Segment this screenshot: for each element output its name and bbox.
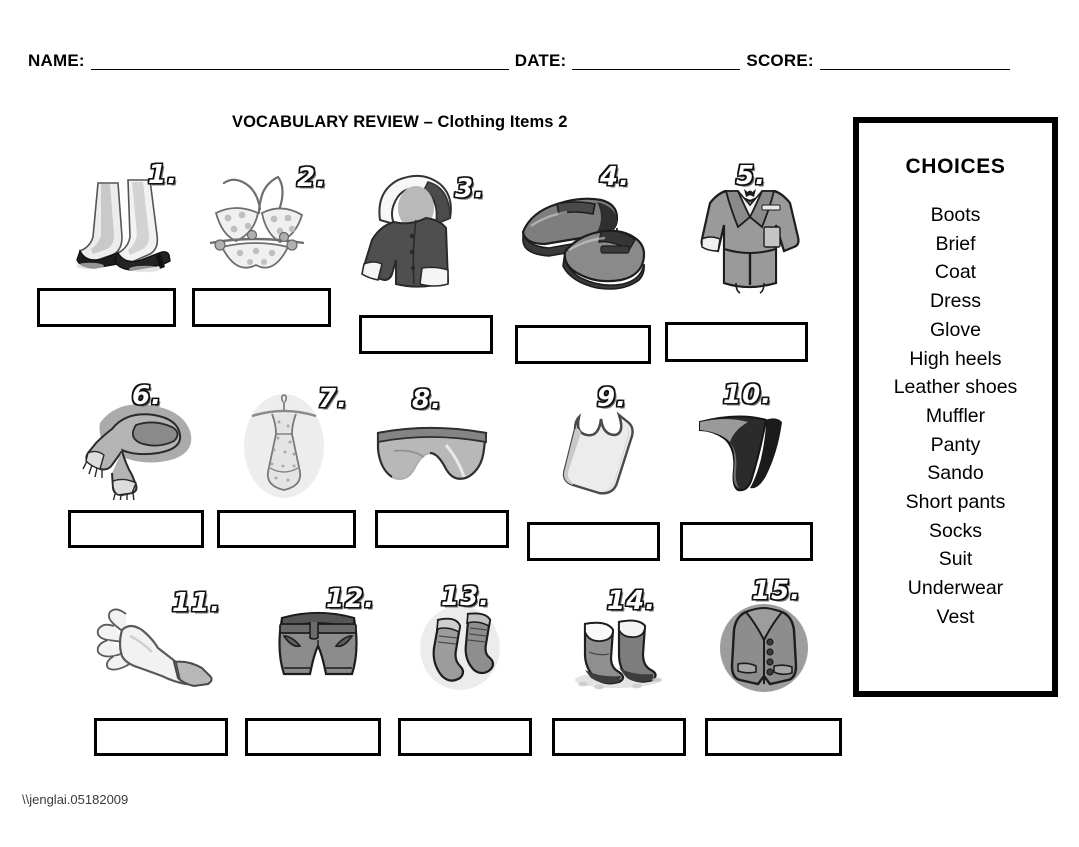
answer-box-6[interactable] bbox=[68, 510, 204, 548]
item-number-8: 8. bbox=[411, 384, 442, 416]
choice-item[interactable]: Short pants bbox=[859, 488, 1052, 517]
choice-item[interactable]: Socks bbox=[859, 517, 1052, 546]
worksheet-item-13: 13. bbox=[410, 581, 510, 692]
worksheet-item-6: 6. bbox=[82, 380, 212, 500]
name-label: NAME: bbox=[28, 51, 85, 70]
item-number-2: 2. bbox=[296, 162, 327, 194]
answer-box-11[interactable] bbox=[94, 718, 228, 756]
page-title: VOCABULARY REVIEW – Clothing Items 2 bbox=[232, 113, 568, 131]
answer-box-9[interactable] bbox=[527, 522, 660, 561]
worksheet-item-7: 7. bbox=[228, 383, 348, 500]
answer-box-13[interactable] bbox=[398, 718, 532, 756]
worksheet-page: NAME: DATE: SCORE: VOCABULARY REVIEW – C… bbox=[0, 0, 1079, 847]
boots-icon bbox=[575, 619, 662, 690]
item-number-9: 9. bbox=[596, 382, 627, 414]
panty-icon bbox=[699, 415, 782, 492]
choices-heading: CHOICES bbox=[905, 155, 1006, 178]
item-number-4: 4. bbox=[599, 161, 630, 193]
answer-box-4[interactable] bbox=[515, 325, 651, 364]
worksheet-item-4: 4. bbox=[505, 161, 655, 295]
choice-item[interactable]: Suit bbox=[859, 545, 1052, 574]
choices-list: Boots Brief Coat Dress Glove High heels … bbox=[859, 201, 1052, 632]
worksheet-item-2: 2. bbox=[192, 162, 332, 278]
answer-box-12[interactable] bbox=[245, 718, 381, 756]
choice-item[interactable]: High heels bbox=[859, 345, 1052, 374]
sando-icon bbox=[562, 411, 634, 495]
choice-item[interactable]: Brief bbox=[859, 230, 1052, 259]
choice-item[interactable]: Dress bbox=[859, 287, 1052, 316]
choice-item[interactable]: Glove bbox=[859, 316, 1052, 345]
name-field[interactable] bbox=[90, 54, 509, 70]
answer-box-8[interactable] bbox=[375, 510, 509, 548]
answer-box-5[interactable] bbox=[665, 322, 808, 362]
answer-box-7[interactable] bbox=[217, 510, 356, 548]
score-label: SCORE: bbox=[746, 51, 814, 70]
item-number-11: 11. bbox=[171, 587, 222, 619]
item-number-15: 15. bbox=[751, 575, 802, 607]
item-number-12: 12. bbox=[325, 583, 376, 615]
item-number-13: 13. bbox=[440, 581, 491, 613]
worksheet-item-12: 12. bbox=[258, 583, 378, 693]
choice-item[interactable]: Muffler bbox=[859, 402, 1052, 431]
worksheet-item-1: 1. bbox=[60, 159, 190, 280]
item-number-1: 1. bbox=[147, 159, 178, 191]
answer-box-14[interactable] bbox=[552, 718, 686, 756]
choice-item[interactable]: Coat bbox=[859, 258, 1052, 287]
answer-box-1[interactable] bbox=[37, 288, 176, 327]
item-number-10: 10. bbox=[722, 379, 773, 411]
worksheet-item-8: 8. bbox=[368, 384, 498, 500]
item-number-5: 5. bbox=[735, 160, 766, 192]
leather-shoes-icon bbox=[521, 197, 646, 290]
choice-item[interactable]: Boots bbox=[859, 201, 1052, 230]
answer-box-10[interactable] bbox=[680, 522, 813, 561]
score-field[interactable] bbox=[819, 54, 1010, 70]
date-field[interactable] bbox=[572, 54, 741, 70]
worksheet-item-15: 15. bbox=[712, 575, 817, 698]
choice-item[interactable]: Sando bbox=[859, 459, 1052, 488]
worksheet-item-3: 3. bbox=[350, 168, 490, 293]
worksheet-item-10: 10. bbox=[690, 379, 805, 498]
worksheet-item-9: 9. bbox=[545, 382, 655, 505]
worksheet-item-5: 5. bbox=[690, 160, 810, 295]
vest-icon bbox=[720, 604, 808, 692]
choice-item[interactable]: Panty bbox=[859, 431, 1052, 460]
choice-item[interactable]: Underwear bbox=[859, 574, 1052, 603]
footer-watermark: \\jenglai.05182009 bbox=[22, 792, 129, 807]
choices-box: CHOICES Boots Brief Coat Dress Glove Hig… bbox=[853, 117, 1058, 697]
item-number-3: 3. bbox=[454, 173, 485, 205]
choice-item[interactable]: Leather shoes bbox=[859, 373, 1052, 402]
socks-icon bbox=[420, 606, 500, 690]
answer-box-2[interactable] bbox=[192, 288, 331, 327]
item-number-6: 6. bbox=[131, 380, 162, 412]
item-number-7: 7. bbox=[317, 383, 348, 415]
answer-box-3[interactable] bbox=[359, 315, 493, 354]
worksheet-item-14: 14. bbox=[565, 585, 675, 693]
answer-box-15[interactable] bbox=[705, 718, 842, 756]
brief-icon bbox=[376, 426, 488, 480]
date-label: DATE: bbox=[514, 51, 567, 70]
choice-item[interactable]: Vest bbox=[859, 603, 1052, 632]
worksheet-item-11: 11. bbox=[90, 587, 225, 690]
worksheet-header: NAME: DATE: SCORE: bbox=[28, 40, 1058, 72]
item-number-14: 14. bbox=[606, 585, 657, 617]
